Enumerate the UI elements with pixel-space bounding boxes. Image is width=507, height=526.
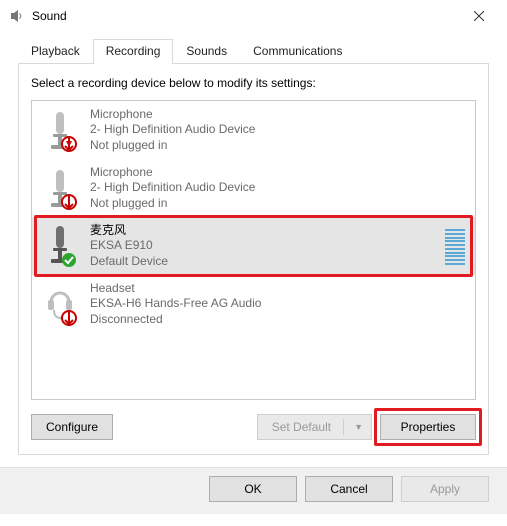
panel-buttons: Configure Set Default ▼ Properties <box>31 414 476 440</box>
set-default-button[interactable]: Set Default ▼ <box>257 414 372 440</box>
chevron-down-icon: ▼ <box>354 422 363 432</box>
dialog-buttons: OK Cancel Apply <box>0 467 507 514</box>
device-driver: EKSA-H6 Hands-Free AG Audio <box>90 296 261 312</box>
device-text: Microphone 2- High Definition Audio Devi… <box>90 165 255 212</box>
instruction-text: Select a recording device below to modif… <box>31 76 476 90</box>
close-button[interactable] <box>459 2 499 30</box>
device-list[interactable]: Microphone 2- High Definition Audio Devi… <box>31 100 476 400</box>
device-text: Headset EKSA-H6 Hands-Free AG Audio Disc… <box>90 281 261 328</box>
device-status: Not plugged in <box>90 138 255 154</box>
microphone-icon <box>40 223 80 269</box>
headset-icon <box>40 281 80 327</box>
configure-button[interactable]: Configure <box>31 414 113 440</box>
client-area: Playback Recording Sounds Communications… <box>0 32 507 467</box>
device-driver: 2- High Definition Audio Device <box>90 180 255 196</box>
cancel-button[interactable]: Cancel <box>305 476 393 502</box>
device-driver: EKSA E910 <box>90 238 168 254</box>
device-status: Default Device <box>90 254 168 270</box>
device-name: 麦克风 <box>90 223 168 239</box>
device-status: Not plugged in <box>90 196 255 212</box>
device-text: 麦克风 EKSA E910 Default Device <box>90 223 168 270</box>
tab-recording[interactable]: Recording <box>93 39 174 64</box>
device-driver: 2- High Definition Audio Device <box>90 122 255 138</box>
sound-app-icon <box>8 8 24 24</box>
microphone-icon <box>40 165 80 211</box>
microphone-icon <box>40 107 80 153</box>
properties-wrap: Properties <box>380 414 476 440</box>
level-meter <box>445 229 465 265</box>
tab-panel-recording: Select a recording device below to modif… <box>18 64 489 455</box>
device-item-selected[interactable]: 麦克风 EKSA E910 Default Device <box>32 217 475 275</box>
titlebar: Sound <box>0 0 507 32</box>
tab-sounds[interactable]: Sounds <box>173 39 240 64</box>
device-item[interactable]: Microphone 2- High Definition Audio Devi… <box>32 101 475 159</box>
device-name: Microphone <box>90 165 255 181</box>
device-name: Headset <box>90 281 261 297</box>
tab-playback[interactable]: Playback <box>18 39 93 64</box>
window-title: Sound <box>32 9 67 23</box>
properties-button[interactable]: Properties <box>380 414 476 440</box>
device-item[interactable]: Microphone 2- High Definition Audio Devi… <box>32 159 475 217</box>
device-name: Microphone <box>90 107 255 123</box>
device-item[interactable]: Headset EKSA-H6 Hands-Free AG Audio Disc… <box>32 275 475 333</box>
device-text: Microphone 2- High Definition Audio Devi… <box>90 107 255 154</box>
device-status: Disconnected <box>90 312 261 328</box>
tab-communications[interactable]: Communications <box>240 39 355 64</box>
ok-button[interactable]: OK <box>209 476 297 502</box>
tab-strip: Playback Recording Sounds Communications <box>18 38 489 64</box>
apply-button[interactable]: Apply <box>401 476 489 502</box>
